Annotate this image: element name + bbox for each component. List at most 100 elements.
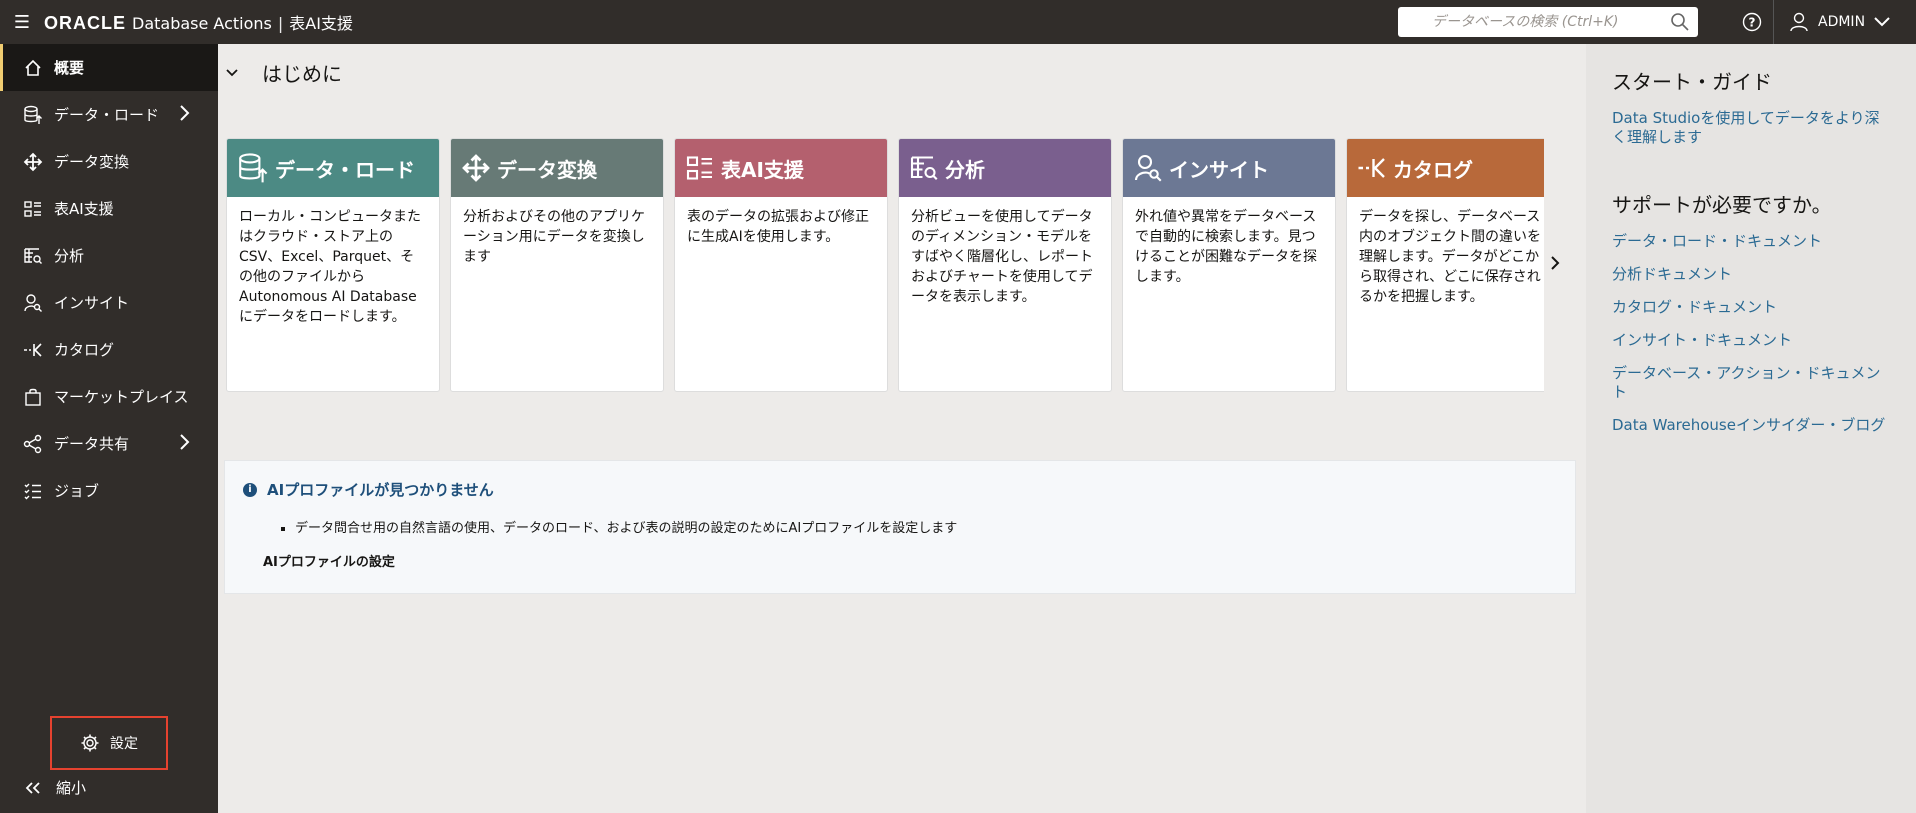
analytics-table-icon xyxy=(22,245,44,267)
sidebar-item-label: ジョブ xyxy=(54,482,100,500)
card-title: データ変換 xyxy=(497,157,597,182)
catalog-icon xyxy=(22,339,44,361)
job-list-icon xyxy=(22,480,44,502)
brand-separator: | xyxy=(277,14,284,33)
oracle-logo: ORACLE xyxy=(44,13,126,33)
sidebar-item-insights[interactable]: インサイト xyxy=(0,279,218,326)
move-arrows-icon xyxy=(462,154,490,182)
card-insights[interactable]: インサイト 外れ値や異常をデータベースで自動的に検索します。見つけることが困難な… xyxy=(1122,138,1336,392)
card-description: 表のデータの拡張および修正に生成AIを使用します。 xyxy=(687,209,869,245)
sidebar-item-data-load[interactable]: データ・ロード xyxy=(0,91,218,138)
section-header[interactable]: はじめに xyxy=(224,58,342,87)
search-box[interactable] xyxy=(1398,7,1698,37)
main-content: はじめに データ・ロード ローカル・コンピュータまたはクラウド・ストア上のCSV… xyxy=(218,44,1586,813)
sidebar-item-label: カタログ xyxy=(54,341,115,359)
collapse-label: 縮小 xyxy=(56,779,87,797)
card-header: インサイト xyxy=(1123,139,1335,197)
sidebar-item-overview[interactable]: 概要 xyxy=(0,44,218,91)
sidebar-item-jobs[interactable]: ジョブ xyxy=(0,467,218,514)
table-list-icon xyxy=(22,198,44,220)
user-name: ADMIN xyxy=(1818,14,1866,30)
chevron-right-icon xyxy=(180,434,190,450)
sidebar: 概要 データ・ロード データ変換 表AI支援 分析 インサイト カタログ マーケ… xyxy=(0,44,218,813)
settings-label: 設定 xyxy=(110,736,138,752)
collapse-sidebar-button[interactable]: 縮小 xyxy=(24,777,86,798)
user-search-icon xyxy=(1134,154,1162,182)
sidebar-item-data-transform[interactable]: データ変換 xyxy=(0,138,218,185)
help-icon: ? xyxy=(1742,12,1761,32)
doc-link-data-load[interactable]: データ・ロード・ドキュメント xyxy=(1612,232,1890,251)
info-icon: i xyxy=(243,482,257,497)
card-title: インサイト xyxy=(1169,157,1269,182)
share-icon xyxy=(22,433,44,455)
brand: ORACLE Database Actions | 表AI支援 xyxy=(44,10,353,34)
hamburger-menu-icon[interactable]: ☰ xyxy=(0,0,44,44)
help-button[interactable]: ? xyxy=(1730,0,1774,44)
card-title: カタログ xyxy=(1393,157,1473,182)
user-search-icon xyxy=(22,292,44,314)
doc-link-insights[interactable]: インサイト・ドキュメント xyxy=(1612,331,1890,350)
right-panel: スタート・ガイド Data Studioを使用してデータをより深く理解します サ… xyxy=(1586,44,1916,813)
card-description: 分析ビューを使用してデータのディメンション・モデルをすばやく階層化し、レポートお… xyxy=(911,209,1093,305)
card-description: 外れ値や異常をデータベースで自動的に検索します。見つけることが困難なデータを探し… xyxy=(1135,209,1317,285)
card-title: 分析 xyxy=(945,157,985,182)
card-carousel: データ・ロード ローカル・コンピュータまたはクラウド・ストア上のCSV、Exce… xyxy=(226,138,1544,392)
sidebar-item-label: 分析 xyxy=(54,247,85,265)
ai-profile-notice: i AIプロファイルが見つかりません データ問合せ用の自然言語の使用、データのロ… xyxy=(224,460,1576,594)
card-data-transform[interactable]: データ変換 分析およびその他のアプリケーション用にデータを変換します xyxy=(450,138,664,392)
sidebar-item-label: 概要 xyxy=(54,59,85,77)
sidebar-item-label: インサイト xyxy=(54,294,130,312)
page-name: 表AI支援 xyxy=(289,14,353,33)
gear-icon xyxy=(81,734,99,752)
notice-list: データ問合せ用の自然言語の使用、データのロード、および表の説明の設定のためにAI… xyxy=(295,517,957,536)
guide-title: スタート・ガイド xyxy=(1612,70,1772,94)
sidebar-item-table-ai[interactable]: 表AI支援 xyxy=(0,185,218,232)
card-data-load[interactable]: データ・ロード ローカル・コンピュータまたはクラウド・ストア上のCSV、Exce… xyxy=(226,138,440,392)
support-title: サポートが必要ですか。 xyxy=(1612,193,1832,217)
card-description: データを探し、データベース内のオブジェクト間の違いを理解します。データがどこから… xyxy=(1359,209,1541,305)
doc-link-database-actions[interactable]: データベース・アクション・ドキュメント xyxy=(1612,364,1890,402)
sidebar-item-label: 表AI支援 xyxy=(54,200,114,218)
move-arrows-icon xyxy=(22,151,44,173)
sidebar-item-marketplace[interactable]: マーケットプレイス xyxy=(0,373,218,420)
sidebar-item-label: データ変換 xyxy=(54,153,130,171)
settings-button[interactable]: 設定 xyxy=(50,716,168,770)
user-icon xyxy=(1790,12,1808,32)
blog-link-data-warehouse[interactable]: Data Warehouseインサイダー・ブログ xyxy=(1612,416,1890,435)
home-icon xyxy=(22,57,44,79)
card-header: カタログ xyxy=(1347,139,1544,197)
user-menu-button[interactable]: ADMIN xyxy=(1774,0,1901,44)
bag-icon xyxy=(22,386,44,408)
database-upload-icon xyxy=(239,153,268,183)
search-input[interactable] xyxy=(1432,14,1688,30)
card-title: 表AI支援 xyxy=(721,157,804,182)
chevron-down-icon[interactable] xyxy=(224,67,240,79)
card-title: データ・ロード xyxy=(275,157,415,182)
top-icons: ? ADMIN xyxy=(1730,0,1901,44)
doc-link-catalog[interactable]: カタログ・ドキュメント xyxy=(1612,298,1890,317)
sidebar-item-analysis[interactable]: 分析 xyxy=(0,232,218,279)
sidebar-item-catalog[interactable]: カタログ xyxy=(0,326,218,373)
sidebar-item-label: マーケットプレイス xyxy=(54,388,189,406)
card-header: データ・ロード xyxy=(227,139,439,197)
carousel-next-icon[interactable] xyxy=(1548,254,1562,272)
card-catalog[interactable]: カタログ データを探し、データベース内のオブジェクト間の違いを理解します。データ… xyxy=(1346,138,1544,392)
catalog-icon xyxy=(1358,158,1385,178)
card-description: 分析およびその他のアプリケーション用にデータを変換します xyxy=(463,209,645,265)
table-list-icon xyxy=(686,156,712,180)
doc-link-analysis[interactable]: 分析ドキュメント xyxy=(1612,265,1890,284)
notice-title: i AIプロファイルが見つかりません xyxy=(243,479,494,500)
analytics-table-icon xyxy=(910,156,938,180)
sidebar-item-label: データ共有 xyxy=(54,435,130,453)
card-analysis[interactable]: 分析 分析ビューを使用してデータのディメンション・モデルをすばやく階層化し、レポ… xyxy=(898,138,1112,392)
data-studio-guide-link[interactable]: Data Studioを使用してデータをより深く理解します xyxy=(1612,109,1890,147)
sidebar-item-data-share[interactable]: データ共有 xyxy=(0,420,218,467)
notice-bullet: データ問合せ用の自然言語の使用、データのロード、および表の説明の設定のためにAI… xyxy=(295,517,957,536)
notice-title-text: AIプロファイルが見つかりません xyxy=(267,481,494,499)
card-description: ローカル・コンピュータまたはクラウド・ストア上のCSV、Excel、Parque… xyxy=(239,209,421,325)
chevron-down-icon xyxy=(1874,17,1890,27)
card-table-ai[interactable]: 表AI支援 表のデータの拡張および修正に生成AIを使用します。 xyxy=(674,138,888,392)
ai-profile-settings-link[interactable]: AIプロファイルの設定 xyxy=(263,551,395,570)
search-icon[interactable] xyxy=(1670,12,1690,32)
